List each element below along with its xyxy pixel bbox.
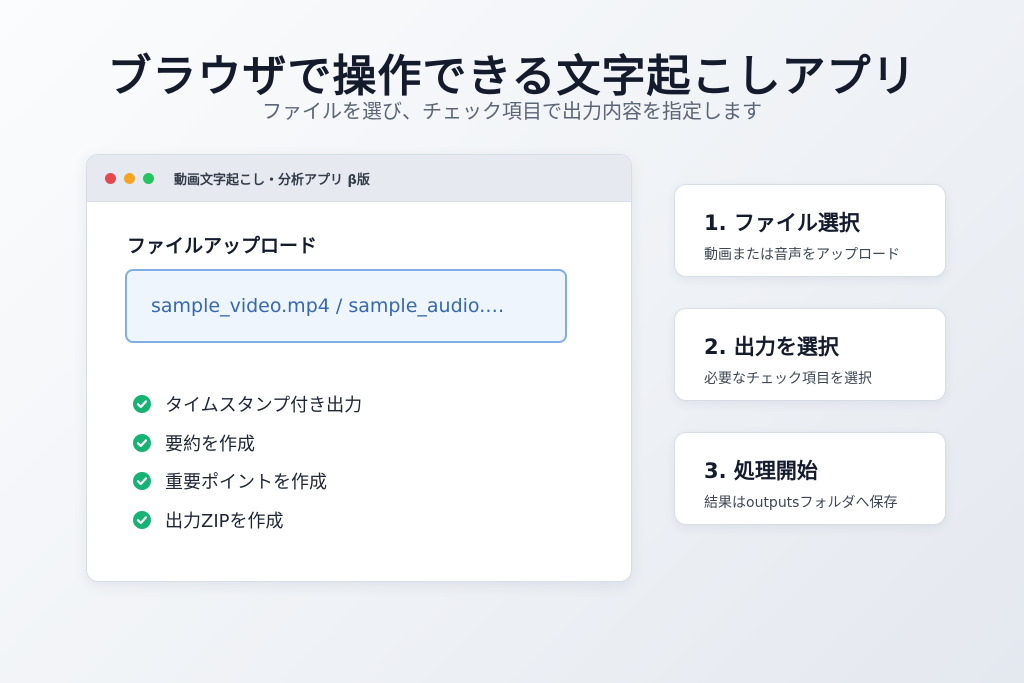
checked-circle-icon[interactable] — [133, 510, 151, 529]
window-titlebar: 動画文字起こし・分析アプリ β版 — [87, 155, 631, 202]
step-title: 2. 出力を選択 — [704, 335, 839, 359]
window-title: 動画文字起こし・分析アプリ β版 — [174, 172, 370, 188]
step-title: 1. ファイル選択 — [704, 211, 860, 235]
maximize-window-dot[interactable] — [143, 172, 154, 184]
app-window: 動画文字起こし・分析アプリ β版 ファイルアップロード sample_video… — [86, 154, 632, 582]
step-description: 結果はoutputsフォルダへ保存 — [704, 495, 898, 511]
checked-circle-icon[interactable] — [133, 472, 151, 491]
minimize-window-dot[interactable] — [124, 172, 135, 184]
output-option-list: タイムスタンプ付き出力 要約を作成 重要ポイントを作成 出力ZIPを作成 — [133, 385, 362, 539]
close-window-dot[interactable] — [105, 172, 116, 184]
file-upload-field[interactable]: sample_video.mp4 / sample_audio.… — [125, 269, 567, 343]
step-description: 動画または音声をアップロード — [704, 247, 900, 263]
option-timestamp-output[interactable]: タイムスタンプ付き出力 — [133, 385, 362, 424]
step-card-start-processing: 3. 処理開始 結果はoutputsフォルダへ保存 — [674, 432, 946, 525]
step-description: 必要なチェック項目を選択 — [704, 371, 872, 387]
checked-circle-icon[interactable] — [133, 433, 151, 452]
option-label: 重要ポイントを作成 — [165, 472, 327, 494]
option-key-points[interactable]: 重要ポイントを作成 — [133, 462, 362, 501]
step-card-output-select: 2. 出力を選択 必要なチェック項目を選択 — [674, 308, 946, 401]
upload-heading: ファイルアップロード — [127, 235, 318, 257]
checked-circle-icon[interactable] — [133, 395, 151, 414]
upload-file-names: sample_video.mp4 / sample_audio.… — [151, 295, 505, 317]
option-label: 出力ZIPを作成 — [165, 510, 284, 532]
option-summary[interactable]: 要約を作成 — [133, 424, 362, 463]
step-title: 3. 処理開始 — [704, 459, 818, 483]
option-zip-output[interactable]: 出力ZIPを作成 — [133, 501, 362, 540]
option-label: タイムスタンプ付き出力 — [165, 395, 363, 417]
option-label: 要約を作成 — [165, 433, 255, 455]
step-card-file-select: 1. ファイル選択 動画または音声をアップロード — [674, 184, 946, 277]
hero-subtitle: ファイルを選び、チェック項目で出力内容を指定します — [262, 99, 762, 123]
